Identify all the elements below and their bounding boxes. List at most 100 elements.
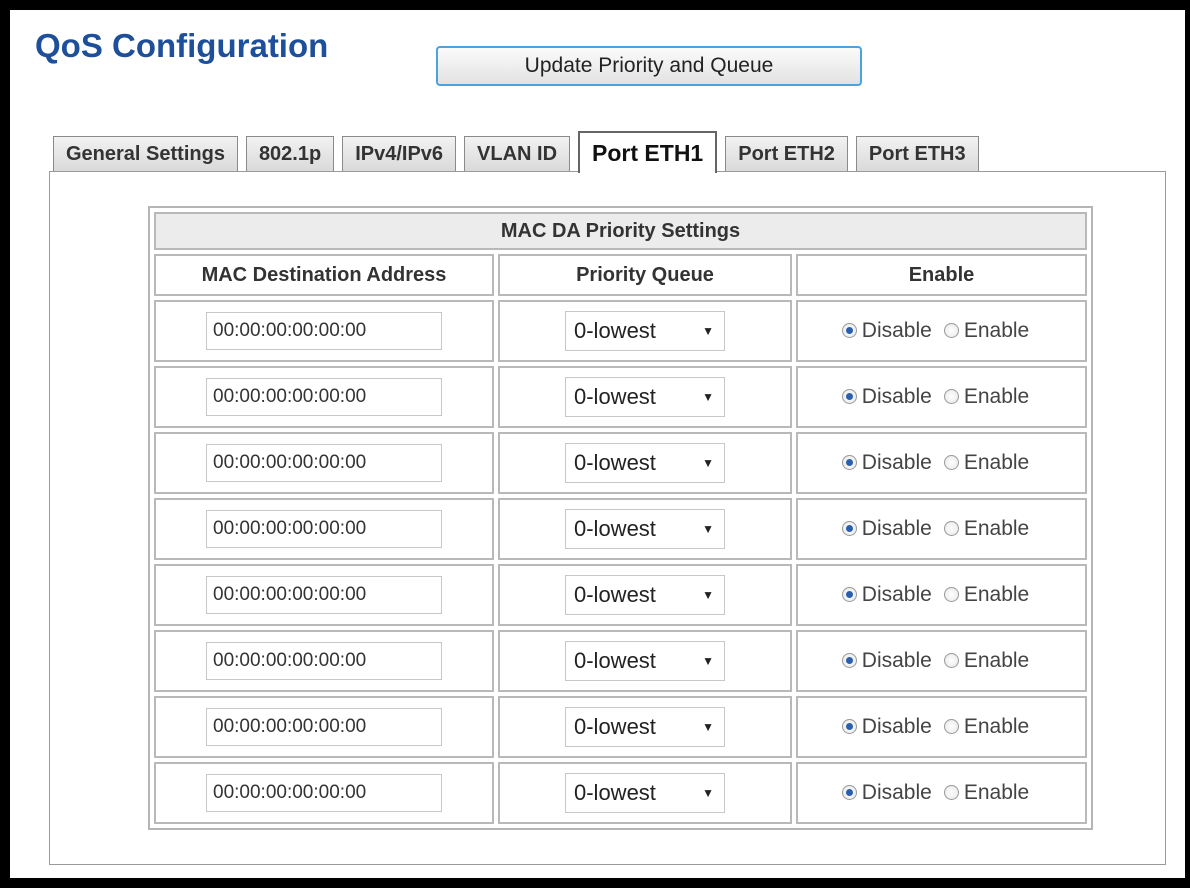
disable-radio[interactable] [841,521,857,537]
priority-queue-value: 0-lowest [574,780,656,805]
disable-radio[interactable] [841,653,857,669]
table-row: 0-lowest ▼ Disable Enable [154,432,1087,494]
mac-address-input[interactable] [206,708,442,746]
priority-queue-value: 0-lowest [574,582,656,607]
dropdown-arrow-icon: ▼ [702,588,714,602]
enable-radio-group: Disable Enable [841,780,1041,805]
priority-queue-select[interactable]: 0-lowest ▼ [565,311,725,351]
disable-radio-label: Disable [861,582,932,606]
mac-cell [154,564,494,626]
tab-vlan-id[interactable]: VLAN ID [464,136,571,172]
priority-queue-value: 0-lowest [574,318,656,343]
priority-queue-value: 0-lowest [574,384,656,409]
enable-cell: Disable Enable [796,366,1087,428]
tab-ipv4-ipv6[interactable]: IPv4/IPv6 [342,136,457,172]
disable-radio[interactable] [841,719,857,735]
column-header-priority-queue: Priority Queue [498,254,792,296]
enable-radio-label: Enable [963,780,1030,804]
enable-radio[interactable] [943,785,959,801]
mac-address-input[interactable] [206,642,442,680]
disable-radio-label: Disable [861,780,932,804]
priority-queue-select[interactable]: 0-lowest ▼ [565,707,725,747]
tab-port-eth1[interactable]: Port ETH1 [578,131,718,173]
mac-cell [154,300,494,362]
enable-cell: Disable Enable [796,630,1087,692]
enable-cell: Disable Enable [796,300,1087,362]
enable-cell: Disable Enable [796,432,1087,494]
mac-cell [154,498,494,560]
enable-radio-group: Disable Enable [841,582,1041,607]
enable-radio-label: Enable [963,318,1030,342]
queue-cell: 0-lowest ▼ [498,564,792,626]
queue-cell: 0-lowest ▼ [498,432,792,494]
enable-radio-group: Disable Enable [841,384,1041,409]
table-row: 0-lowest ▼ Disable Enable [154,300,1087,362]
mac-address-input[interactable] [206,312,442,350]
queue-cell: 0-lowest ▼ [498,630,792,692]
queue-cell: 0-lowest ▼ [498,498,792,560]
queue-cell: 0-lowest ▼ [498,366,792,428]
enable-radio[interactable] [943,389,959,405]
mac-cell [154,630,494,692]
mac-address-input[interactable] [206,444,442,482]
enable-radio[interactable] [943,455,959,471]
dropdown-arrow-icon: ▼ [702,720,714,734]
enable-cell: Disable Enable [796,696,1087,758]
enable-radio-group: Disable Enable [841,318,1041,343]
enable-radio-group: Disable Enable [841,450,1041,475]
enable-cell: Disable Enable [796,564,1087,626]
table-caption: MAC DA Priority Settings [154,212,1087,250]
disable-radio[interactable] [841,389,857,405]
enable-radio[interactable] [943,323,959,339]
priority-queue-select[interactable]: 0-lowest ▼ [565,509,725,549]
mac-da-priority-table: MAC DA Priority Settings MAC Destination… [148,206,1093,830]
disable-radio[interactable] [841,323,857,339]
disable-radio-label: Disable [861,648,932,672]
tab-bar: General Settings 802.1p IPv4/IPv6 VLAN I… [53,130,987,173]
table-row: 0-lowest ▼ Disable Enable [154,498,1087,560]
mac-address-input[interactable] [206,774,442,812]
tab-panel: MAC DA Priority Settings MAC Destination… [49,171,1166,865]
disable-radio[interactable] [841,455,857,471]
disable-radio-label: Disable [861,450,932,474]
tab-general-settings[interactable]: General Settings [53,136,238,172]
mac-address-input[interactable] [206,378,442,416]
qos-page: QoS Configuration Update Priority and Qu… [10,10,1185,878]
dropdown-arrow-icon: ▼ [702,522,714,536]
disable-radio-label: Disable [861,714,932,738]
enable-radio-label: Enable [963,516,1030,540]
page-title: QoS Configuration [35,27,329,64]
enable-radio[interactable] [943,653,959,669]
table-body: 0-lowest ▼ Disable Enable 0-lowest ▼ [154,300,1087,824]
mac-address-input[interactable] [206,510,442,548]
tab-802-1p[interactable]: 802.1p [245,136,335,172]
table-row: 0-lowest ▼ Disable Enable [154,564,1087,626]
mac-address-input[interactable] [206,576,442,614]
enable-radio-group: Disable Enable [841,648,1041,673]
enable-radio-label: Enable [963,582,1030,606]
enable-radio-group: Disable Enable [841,714,1041,739]
enable-radio[interactable] [943,521,959,537]
priority-queue-select[interactable]: 0-lowest ▼ [565,575,725,615]
disable-radio[interactable] [841,587,857,603]
enable-cell: Disable Enable [796,762,1087,824]
priority-queue-select[interactable]: 0-lowest ▼ [565,443,725,483]
priority-queue-value: 0-lowest [574,450,656,475]
enable-radio[interactable] [943,587,959,603]
queue-cell: 0-lowest ▼ [498,762,792,824]
priority-queue-select[interactable]: 0-lowest ▼ [565,377,725,417]
mac-cell [154,432,494,494]
priority-queue-select[interactable]: 0-lowest ▼ [565,773,725,813]
column-header-enable: Enable [796,254,1087,296]
disable-radio-label: Disable [861,384,932,408]
priority-queue-select[interactable]: 0-lowest ▼ [565,641,725,681]
enable-radio-label: Enable [963,648,1030,672]
disable-radio[interactable] [841,785,857,801]
table-row: 0-lowest ▼ Disable Enable [154,366,1087,428]
update-priority-queue-button[interactable]: Update Priority and Queue [436,46,862,86]
enable-radio[interactable] [943,719,959,735]
tab-port-eth2[interactable]: Port ETH2 [725,136,848,172]
dropdown-arrow-icon: ▼ [702,390,714,404]
tab-port-eth3[interactable]: Port ETH3 [855,136,979,172]
dropdown-arrow-icon: ▼ [702,456,714,470]
